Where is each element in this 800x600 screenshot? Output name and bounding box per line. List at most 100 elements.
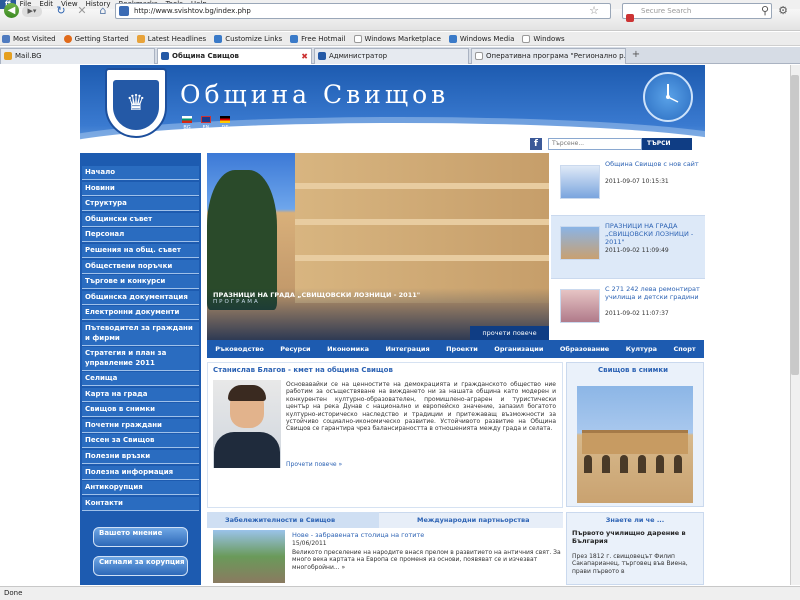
browser-tab-strip: Mail.BG Община Свищов ✖ Администратор Опе… [0,47,800,64]
news-thumbnail[interactable] [560,226,600,260]
sidebar-item[interactable]: Селища [82,372,199,386]
site-search-input[interactable]: Търсене... [548,138,642,150]
sidebar-item[interactable]: Електронни документи [82,306,199,321]
address-bar[interactable]: http://www.svishtov.bg/index.php [115,3,611,19]
sidebar-item[interactable]: Персонал [82,228,199,243]
sidebar-item[interactable]: Почетни граждани [82,418,199,433]
search-engine-icon[interactable] [626,14,634,22]
news-title[interactable]: ПРАЗНИЦИ НА ГРАДА „СВИЩОВСКИ ЛОЗНИЦИ - 2… [605,222,703,246]
tab-organizations[interactable]: Организации [494,345,543,353]
lang-bg-label[interactable]: BG [181,125,193,131]
news-title[interactable]: Община Свищов с нов сайт [605,160,703,168]
sidebar-item[interactable]: Обществени поръчки [82,259,199,274]
mayor-heading[interactable]: Станислав Благов - кмет на община Свищов [213,366,393,374]
subtab-partnerships[interactable]: Международни партньорства [417,513,530,527]
did-you-know-subheading[interactable]: Първото училищно дарение в България [572,529,702,545]
corruption-report-button[interactable]: Сигнали за корупция [93,556,188,576]
news-thumbnail[interactable] [560,165,600,199]
site-favicon [318,52,326,60]
site-search-button[interactable]: ТЪРСИ [642,138,692,150]
status-bar: Done [0,586,800,600]
opinion-button[interactable]: Вашето мнение [93,527,188,547]
tab-culture[interactable]: Култура [626,345,657,353]
hero-read-more-button[interactable]: прочети повече [470,326,549,340]
bookmark-folder-icon [2,34,10,43]
tab-operative-program[interactable]: Оперативна програма "Регионално р... [471,48,626,64]
search-icon[interactable]: ⚲ [758,4,772,18]
flag-bg-icon[interactable] [182,116,192,123]
news2-text: Великото преселение на народите внася пр… [292,549,561,571]
star-icon[interactable]: ☆ [587,4,601,18]
sidebar-item[interactable]: Пътеводител за граждани и фирми [82,322,199,346]
sidebar-item[interactable]: Общинска документация [82,290,199,305]
tab-mail-bg[interactable]: Mail.BG [0,48,155,64]
bookmark-free-hotmail[interactable]: Free Hotmail [288,32,351,45]
news2-thumbnail[interactable] [213,530,285,583]
news-thumbnail[interactable] [560,289,600,323]
photo-arch [638,455,646,473]
back-button[interactable]: ◀ [4,3,19,18]
forward-button[interactable]: ▶▾ [22,6,42,17]
sidebar-item[interactable]: Начало [82,166,199,180]
subtab-sights[interactable]: Забележителности в Свищов [225,513,335,527]
bookmarks-toolbar: Most Visited Getting Started Latest Head… [0,32,800,46]
tab-economy[interactable]: Икономика [327,345,369,353]
news2-title[interactable]: Нове - забравената столица на готите [292,531,424,539]
photos-heading[interactable]: Свищов в снимки [598,366,668,374]
hero-title[interactable]: ПРАЗНИЦИ НА ГРАДА „СВИЩОВСКИ ЛОЗНИЦИ - 2… [213,291,420,299]
reload-icon[interactable]: ↻ [54,4,68,18]
tab-leadership[interactable]: Ръководство [215,345,264,353]
news-title[interactable]: С 271 242 лева ремонтират училища и детс… [605,285,703,301]
photo-building-facade [582,430,688,454]
tab-projects[interactable]: Проекти [446,345,478,353]
tab-integration[interactable]: Интеграция [386,345,430,353]
hero-building-image [295,153,549,303]
sidebar-item[interactable]: Търгове и конкурси [82,275,199,290]
mayor-read-more-link[interactable]: Прочети повече » [286,461,342,468]
flag-en-icon[interactable] [201,116,211,123]
sidebar-item[interactable]: Полезни връзки [82,450,199,464]
scrollbar-thumb[interactable] [791,75,799,375]
sidebar-item[interactable]: Стратегия и план за управление 2011 [82,347,199,371]
news-date: 2011-09-02 11:09:49 [605,247,669,254]
bookmark-getting-started[interactable]: Getting Started [62,32,135,45]
bookmark-latest-headlines[interactable]: Latest Headlines [135,32,212,45]
lang-de-label[interactable]: DE [219,125,231,131]
sidebar-item[interactable]: Свищов в снимки [82,403,199,418]
sidebar-item[interactable]: Полезна информация [82,465,199,480]
facebook-icon[interactable]: f [530,138,542,150]
browser-search-input[interactable]: Secure Search [622,3,772,19]
site-favicon [161,52,169,60]
new-tab-button[interactable]: + [628,49,644,63]
news-date: 2011-09-07 10:15:31 [605,178,669,185]
tab-administrator[interactable]: Администратор [314,48,469,64]
bookmark-windows-marketplace[interactable]: Windows Marketplace [352,32,447,45]
tab-obshtina-svishtov[interactable]: Община Свищов ✖ [157,48,312,64]
sidebar-item[interactable]: Решения на общ. съвет [82,244,199,258]
sidebar-item[interactable]: Контакти [82,496,199,511]
hero-subtitle: ПРОГРАМА [213,299,260,305]
bookmark-windows-media[interactable]: Windows Media [447,32,521,45]
firefox-small-icon [63,34,72,43]
mayor-suit [214,432,280,468]
sidebar-item[interactable]: Структура [82,197,199,212]
tab-education[interactable]: Образование [560,345,609,353]
crest-icon: ♛ [113,80,159,130]
windows-flag-icon [290,34,299,43]
bookmark-most-visited[interactable]: Most Visited [0,32,62,45]
sidebar-item[interactable]: Карта на града [82,387,199,402]
tab-resources[interactable]: Ресурси [280,345,310,353]
home-icon[interactable]: ⌂ [96,4,110,18]
sidebar-item[interactable]: Антикорупция [82,481,199,496]
sidebar-item[interactable]: Песен за Свищов [82,434,199,449]
flag-de-icon[interactable] [220,116,230,123]
tab-sport[interactable]: Спорт [674,345,696,353]
lang-en-label[interactable]: EN [200,125,212,131]
stop-icon[interactable]: ✕ [75,4,89,18]
tools-icon[interactable]: ⚙ [776,4,790,18]
bookmark-customize-links[interactable]: Customize Links [212,32,288,45]
bookmark-windows[interactable]: Windows [520,32,570,45]
sidebar-item[interactable]: Общински съвет [82,212,199,227]
close-tab-icon[interactable]: ✖ [301,50,308,64]
sidebar-item[interactable]: Новини [82,181,199,196]
